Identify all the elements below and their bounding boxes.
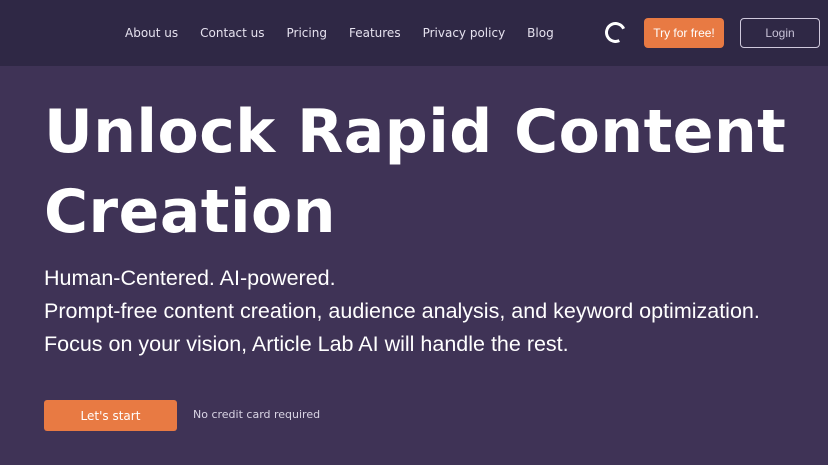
hero-features-line: Prompt-free content creation, audience a…: [44, 299, 760, 323]
lets-start-button[interactable]: Let's start: [44, 400, 177, 431]
hero-description: Human-Centered. AI-powered. Prompt-free …: [44, 262, 824, 361]
nav-links: About us Contact us Pricing Features Pri…: [125, 0, 576, 66]
nav-link-pricing[interactable]: Pricing: [287, 26, 327, 40]
nav-link-features[interactable]: Features: [349, 26, 401, 40]
no-credit-card-note: No credit card required: [193, 408, 321, 421]
nav-link-privacy-policy[interactable]: Privacy policy: [423, 26, 506, 40]
login-button[interactable]: Login: [740, 18, 820, 48]
try-for-free-button[interactable]: Try for free!: [644, 18, 724, 48]
hero-title: Unlock Rapid Content Creation: [44, 97, 787, 247]
hero-tagline: Human-Centered. AI-powered.: [44, 266, 336, 290]
nav-link-about-us[interactable]: About us: [125, 26, 178, 40]
navbar: About us Contact us Pricing Features Pri…: [0, 0, 828, 66]
hero-vision-line: Focus on your vision, Article Lab AI wil…: [44, 332, 569, 356]
loading-spinner-icon: [602, 19, 629, 46]
nav-link-contact-us[interactable]: Contact us: [200, 26, 264, 40]
nav-link-blog[interactable]: Blog: [527, 26, 554, 40]
